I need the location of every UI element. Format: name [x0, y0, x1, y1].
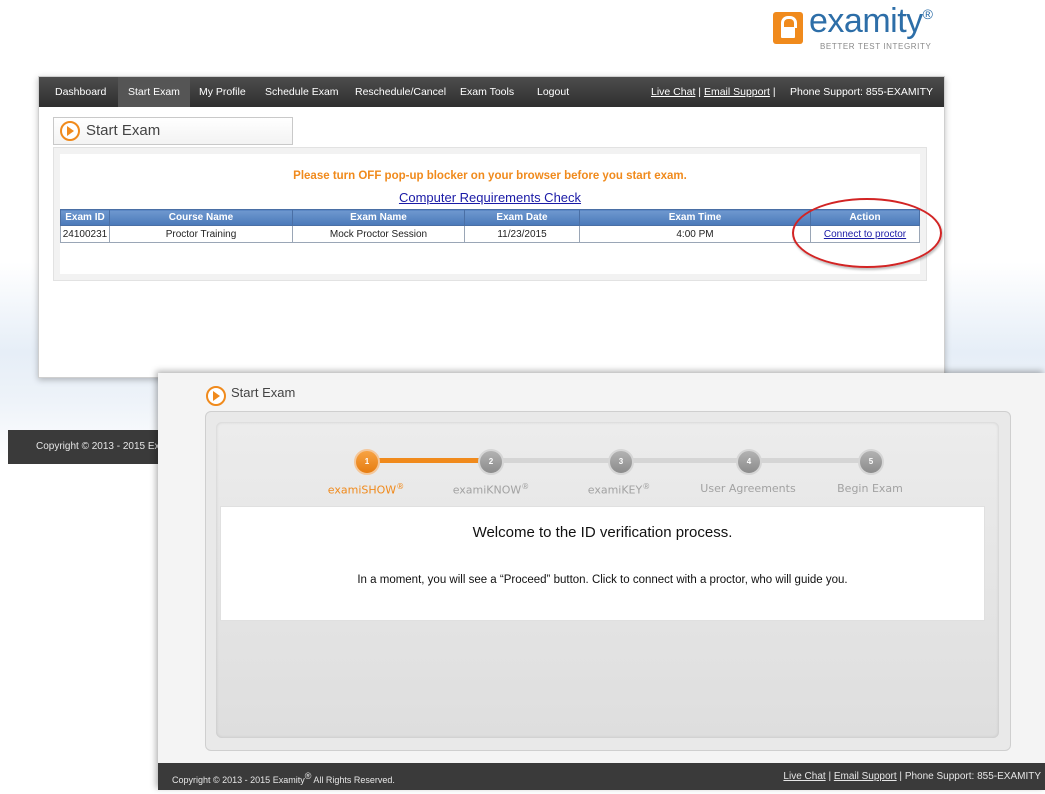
- nav-separator: |: [698, 86, 702, 98]
- footer-support: Live Chat | Email Support | Phone Suppor…: [783, 763, 1041, 790]
- welcome-panel: Welcome to the ID verification process. …: [220, 506, 985, 621]
- step-2-label: examiKNOW®: [452, 482, 530, 497]
- bottom-footer: Copyright © 2013 - 2015 Examity® All Rig…: [158, 763, 1045, 790]
- step-1-circle: 1: [354, 449, 380, 475]
- step-connector-2: [502, 458, 610, 463]
- footer-live-chat-link[interactable]: Live Chat: [783, 771, 825, 782]
- nav-phone-support: Phone Support: 855-EXAMITY: [790, 86, 933, 98]
- col-exam-id: Exam ID: [60, 209, 110, 226]
- nav-exam-tools[interactable]: Exam Tools: [450, 77, 524, 107]
- footer-phone-support: Phone Support: 855-EXAMITY: [904, 771, 1041, 782]
- padlock-icon: [773, 12, 803, 44]
- examity-logo: examity® BETTER TEST INTEGRITY: [773, 2, 945, 53]
- page-title: Start Exam: [86, 122, 161, 139]
- cell-exam-name: Mock Proctor Session: [292, 225, 465, 243]
- nav-dashboard[interactable]: Dashboard: [45, 77, 116, 107]
- nav-reschedule-cancel[interactable]: Reschedule/Cancel: [345, 77, 456, 107]
- nav-start-exam[interactable]: Start Exam: [118, 77, 190, 107]
- exam-table: Exam ID Course Name Exam Name Exam Date …: [60, 209, 920, 243]
- step-4-circle: 4: [736, 449, 762, 475]
- popup-blocker-warning: Please turn OFF pop-up blocker on your b…: [293, 170, 687, 182]
- top-window-footer: Copyright © 2013 - 2015 Examity® All Rig…: [8, 430, 160, 464]
- step-3-label: examiKEY®: [587, 482, 651, 497]
- page-title: Start Exam: [231, 385, 296, 400]
- nav-separator: |: [772, 86, 776, 98]
- welcome-message: In a moment, you will see a “Proceed” bu…: [357, 574, 848, 586]
- nav-schedule-exam[interactable]: Schedule Exam: [255, 77, 349, 107]
- col-course-name: Course Name: [109, 209, 293, 226]
- cell-exam-id: 24100231: [60, 225, 110, 243]
- footer-separator: |: [899, 771, 903, 782]
- nav-my-profile[interactable]: My Profile: [189, 77, 256, 107]
- play-circle-icon: [206, 386, 226, 406]
- computer-requirements-link[interactable]: Computer Requirements Check: [60, 190, 920, 205]
- footer-separator: |: [828, 771, 832, 782]
- welcome-title: Welcome to the ID verification process.: [472, 524, 733, 541]
- play-circle-icon: [60, 121, 80, 141]
- exam-content-inner: Please turn OFF pop-up blocker on your b…: [60, 154, 920, 274]
- step-4-label: User Agreements: [700, 482, 796, 495]
- logo-tagline: BETTER TEST INTEGRITY: [820, 42, 932, 51]
- nav-email-support-link[interactable]: Email Support: [704, 86, 770, 98]
- col-exam-name: Exam Name: [292, 209, 465, 226]
- step-1-label: examiSHOW®: [327, 482, 405, 497]
- step-2-circle: 2: [478, 449, 504, 475]
- step-5-circle: 5: [858, 449, 884, 475]
- logo-wordmark: examity®: [809, 2, 933, 40]
- cell-course-name: Proctor Training: [109, 225, 293, 243]
- step-connector-4: [760, 458, 860, 463]
- col-exam-time: Exam Time: [579, 209, 811, 226]
- nav-logout[interactable]: Logout: [527, 77, 579, 107]
- step-3-circle: 3: [608, 449, 634, 475]
- footer-copyright: Copyright © 2013 - 2015 Examity® All Rig…: [172, 771, 395, 785]
- cell-exam-time: 4:00 PM: [579, 225, 811, 243]
- table-header-row: Exam ID Course Name Exam Name Exam Date …: [60, 209, 920, 226]
- id-verification-window: Start Exam 1 2 3 4 5 examiSHOW® examiKNO…: [158, 373, 1045, 790]
- main-navbar: Dashboard Start Exam My Profile Schedule…: [39, 77, 944, 107]
- step-5-label: Begin Exam: [837, 482, 903, 495]
- highlight-circle: [792, 198, 942, 268]
- start-exam-window: Dashboard Start Exam My Profile Schedule…: [38, 76, 945, 378]
- footer-email-support-link[interactable]: Email Support: [834, 771, 897, 782]
- exam-content-panel: Please turn OFF pop-up blocker on your b…: [53, 147, 927, 281]
- step-connector-3: [632, 458, 738, 463]
- col-exam-date: Exam Date: [464, 209, 580, 226]
- page-title-box: Start Exam: [53, 117, 293, 145]
- nav-live-chat-link[interactable]: Live Chat: [651, 86, 695, 98]
- cell-exam-date: 11/23/2015: [464, 225, 580, 243]
- table-row: 24100231 Proctor Training Mock Proctor S…: [60, 225, 920, 243]
